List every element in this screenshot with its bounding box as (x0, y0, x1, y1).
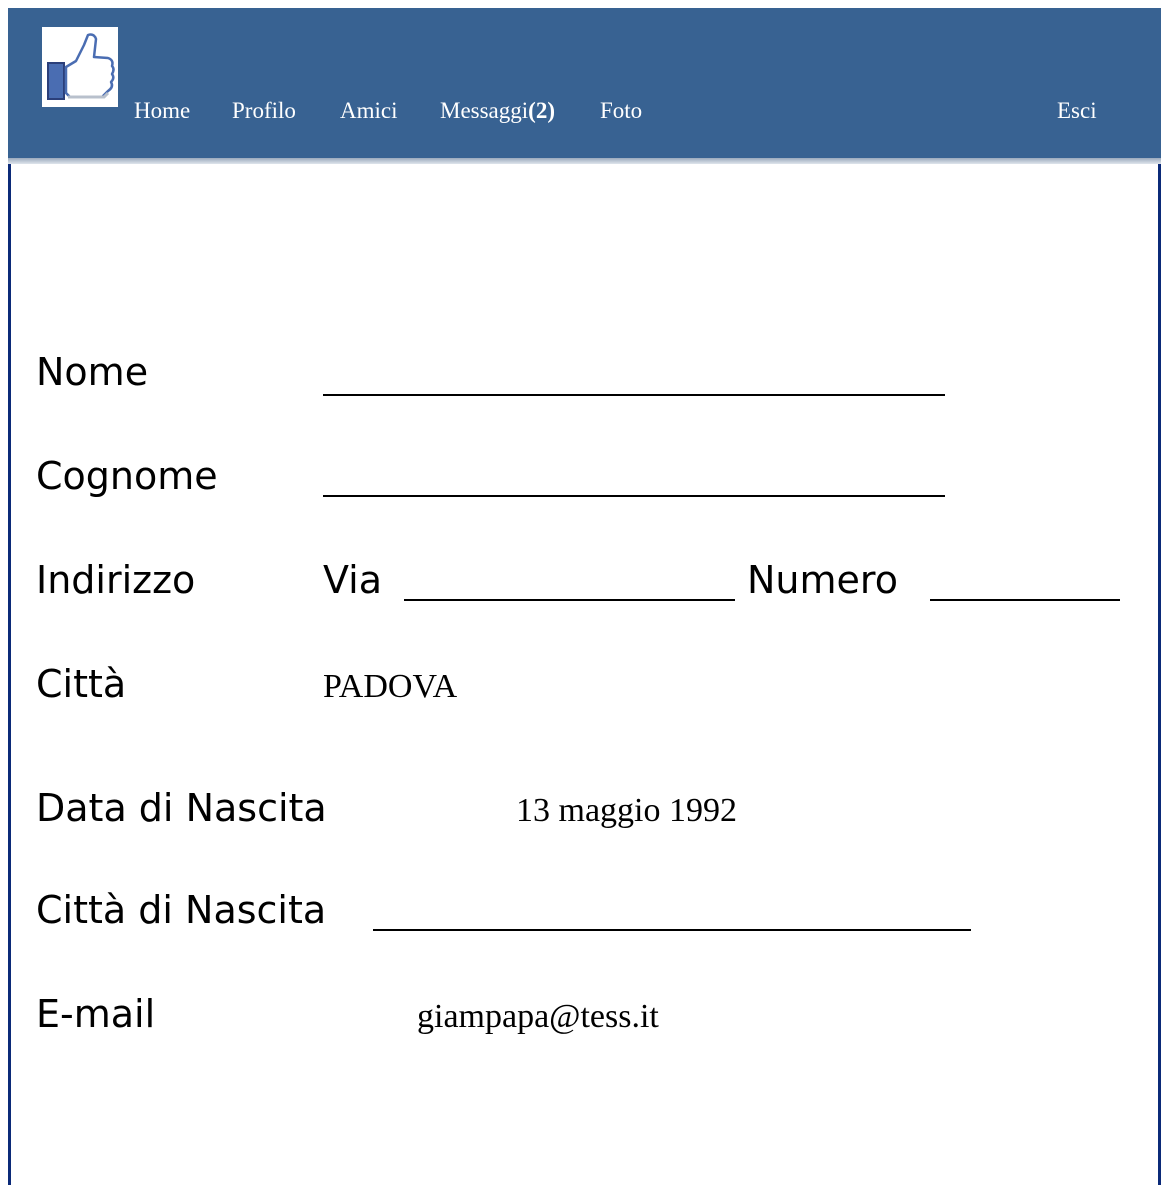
data-nascita-label: Data di Nascita (36, 786, 327, 830)
via-label: Via (323, 558, 383, 602)
citta-label: Città (36, 662, 127, 706)
email-label: E-mail (36, 992, 156, 1036)
logout-link[interactable]: Esci (1057, 98, 1097, 124)
via-field[interactable] (404, 599, 735, 601)
nome-label: Nome (36, 350, 149, 394)
citta-nascita-field[interactable] (373, 929, 971, 931)
nav-friends-link[interactable]: Amici (340, 98, 398, 124)
citta-nascita-label: Città di Nascita (36, 888, 327, 932)
nav-home-link[interactable]: Home (134, 98, 190, 124)
nav-photos-link[interactable]: Foto (600, 98, 642, 124)
messages-count-badge: (2) (528, 98, 555, 123)
data-nascita-value[interactable]: 13 maggio 1992 (516, 792, 737, 830)
email-value[interactable]: giampapa@tess.it (417, 998, 659, 1036)
numero-field[interactable] (930, 599, 1120, 601)
numero-label: Numero (747, 558, 898, 602)
nome-field[interactable] (323, 394, 945, 396)
page: Home Profilo Amici Messaggi(2) Foto Esci… (0, 0, 1167, 1185)
cognome-field[interactable] (323, 495, 945, 497)
thumbs-up-icon[interactable] (42, 27, 118, 107)
header-divider (8, 158, 1161, 164)
top-navigation-bar (8, 8, 1161, 158)
nav-messages-label: Messaggi (440, 98, 529, 123)
nav-messages-link[interactable]: Messaggi(2) (440, 98, 555, 124)
nav-profile-link[interactable]: Profilo (232, 98, 296, 124)
indirizzo-label: Indirizzo (36, 558, 196, 602)
cognome-label: Cognome (36, 454, 218, 498)
citta-value[interactable]: PADOVA (323, 668, 457, 706)
